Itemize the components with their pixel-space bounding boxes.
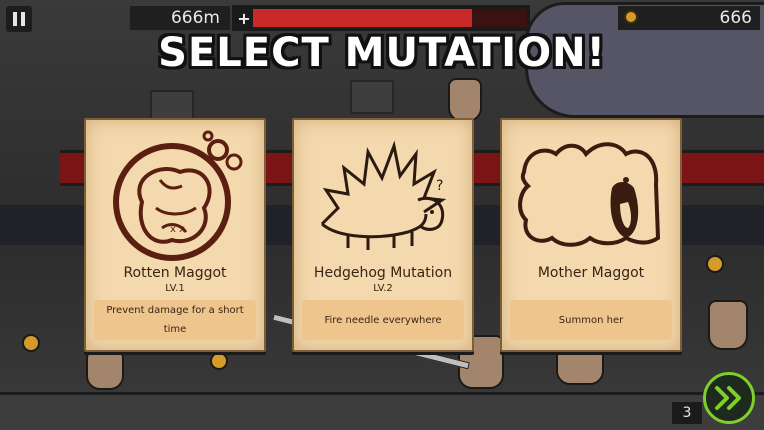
- pause-icon: [13, 12, 17, 26]
- card-name: Rotten Maggot: [123, 265, 227, 281]
- plus-icon: +: [237, 8, 251, 28]
- mutation-card-rotten-maggot[interactable]: x x Rotten Maggot LV.1 Prevent damage fo…: [84, 118, 266, 352]
- speed-count: 3: [672, 402, 702, 424]
- maggot-creature: [448, 78, 482, 122]
- mutation-card-hedgehog[interactable]: ? Hedgehog Mutation LV.2 Fire needle eve…: [292, 118, 474, 352]
- card-level: LV.1: [165, 283, 185, 294]
- svg-text:x x: x x: [170, 224, 185, 235]
- maggot-creature: [86, 350, 124, 390]
- coin-pickup: [706, 255, 724, 273]
- distance-readout: 666m: [130, 6, 230, 30]
- card-description: Fire needle everywhere: [302, 300, 464, 340]
- coin-counter: 666: [618, 6, 760, 30]
- coin-pickup: [22, 334, 40, 352]
- hedgehog-icon: ?: [320, 140, 447, 250]
- card-description: Summon her: [510, 300, 672, 340]
- coin-pickup: [210, 352, 228, 370]
- coin-count: 666: [719, 8, 752, 28]
- background-tile: [350, 80, 394, 114]
- maggot-creature: [708, 300, 748, 350]
- card-name: Mother Maggot: [537, 265, 645, 281]
- svg-text:?: ?: [436, 178, 443, 194]
- floor: [0, 392, 764, 430]
- pause-button[interactable]: [6, 6, 32, 32]
- health-bar: +: [232, 5, 530, 31]
- mother-maggot-icon: [518, 142, 661, 247]
- curled-maggot-bubble-icon: x x: [113, 130, 243, 261]
- mutation-card-mother-maggot[interactable]: Mother Maggot Summon her: [500, 118, 682, 352]
- health-fill: [253, 9, 473, 27]
- card-description: Prevent damage for a short time: [94, 300, 256, 340]
- coin-icon: [624, 10, 638, 24]
- card-level: LV.2: [373, 283, 393, 294]
- fast-forward-button[interactable]: [703, 372, 755, 424]
- page-title: SELECT MUTATION!: [158, 30, 606, 76]
- card-name: Hedgehog Mutation: [313, 265, 453, 281]
- double-chevron-icon: [715, 386, 741, 410]
